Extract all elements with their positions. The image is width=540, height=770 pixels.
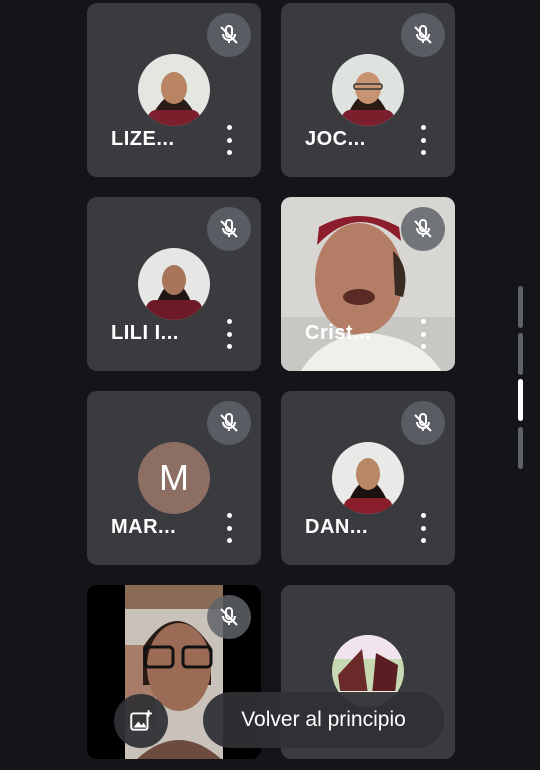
participant-name: LILI I... bbox=[111, 322, 179, 344]
participant-avatar bbox=[332, 442, 404, 514]
mic-off-icon bbox=[207, 401, 251, 445]
participant-avatar bbox=[138, 248, 210, 320]
participant-tile[interactable]: LILI I... bbox=[87, 197, 261, 371]
more-vert-icon[interactable] bbox=[219, 125, 239, 155]
participant-tile[interactable]: JOC... bbox=[281, 3, 455, 177]
scroll-indicator-segment-active[interactable] bbox=[518, 379, 523, 421]
more-vert-icon[interactable] bbox=[413, 125, 433, 155]
participant-name: Crist... bbox=[305, 322, 372, 344]
participant-name: MAR... bbox=[111, 516, 177, 538]
participant-name: LIZE... bbox=[111, 128, 175, 150]
participant-tile[interactable]: LIZE... bbox=[87, 3, 261, 177]
participant-avatar bbox=[138, 54, 210, 126]
more-vert-icon[interactable] bbox=[413, 319, 433, 349]
participant-name: DAN... bbox=[305, 516, 368, 538]
more-vert-icon[interactable] bbox=[413, 513, 433, 543]
mic-off-icon bbox=[207, 207, 251, 251]
participant-avatar bbox=[332, 54, 404, 126]
mic-off-icon bbox=[207, 595, 251, 639]
participant-initial-avatar: M bbox=[138, 442, 210, 514]
scroll-indicator-segment[interactable] bbox=[518, 333, 523, 375]
scroll-indicator-segment[interactable] bbox=[518, 286, 523, 328]
mic-off-icon bbox=[401, 207, 445, 251]
add-photo-icon bbox=[130, 710, 152, 731]
participant-tile[interactable]: DAN... bbox=[281, 391, 455, 565]
add-photo-button[interactable] bbox=[114, 694, 168, 748]
scroll-to-top-button[interactable]: Volver al principio bbox=[203, 692, 444, 748]
participant-tile[interactable]: M MAR... bbox=[87, 391, 261, 565]
more-vert-icon[interactable] bbox=[219, 513, 239, 543]
scroll-indicator-segment[interactable] bbox=[518, 427, 523, 469]
mic-off-icon bbox=[401, 401, 445, 445]
participant-video-tile[interactable]: Crist... bbox=[281, 197, 455, 371]
more-vert-icon[interactable] bbox=[219, 319, 239, 349]
mic-off-icon bbox=[401, 13, 445, 57]
scroll-to-top-label: Volver al principio bbox=[241, 708, 406, 731]
participant-name: JOC... bbox=[305, 128, 366, 150]
mic-off-icon bbox=[207, 13, 251, 57]
